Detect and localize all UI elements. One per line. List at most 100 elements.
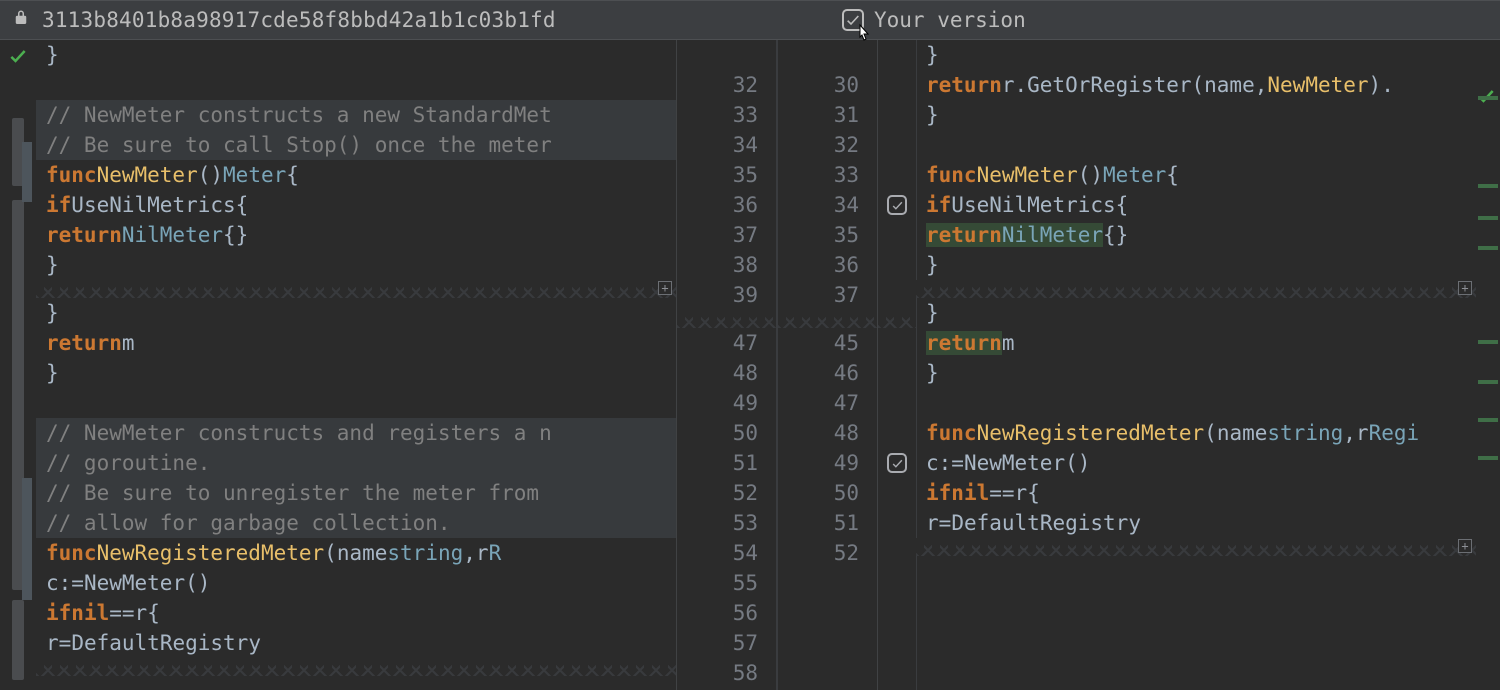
line-number: 52 bbox=[778, 538, 877, 568]
left-code-panel[interactable]: } // NewMeter constructs a new StandardMe… bbox=[36, 40, 676, 690]
diff-indicator bbox=[22, 478, 32, 600]
code-line[interactable]: if nil == r { bbox=[916, 478, 1476, 508]
code-line[interactable]: } bbox=[916, 298, 1476, 328]
diff-header: 3113b8401b8a98917cde58f8bbd42a1b1c03b1fd… bbox=[0, 0, 1500, 40]
line-number: 48 bbox=[677, 358, 776, 388]
code-line[interactable]: return r.GetOrRegister(name, NewMeter). bbox=[916, 70, 1476, 100]
marker-cell bbox=[878, 100, 916, 130]
code-line[interactable]: // allow for garbage collection. bbox=[36, 508, 676, 538]
code-line[interactable]: return m bbox=[916, 328, 1476, 358]
marker-cell bbox=[878, 220, 916, 250]
lock-icon bbox=[12, 8, 30, 32]
apply-chunk-checkbox[interactable] bbox=[887, 195, 907, 215]
code-line[interactable]: return NilMeter{} bbox=[916, 220, 1476, 250]
code-line[interactable]: } bbox=[916, 358, 1476, 388]
code-line[interactable]: if nil == r { bbox=[36, 598, 676, 628]
line-number bbox=[778, 658, 877, 688]
code-line[interactable]: } bbox=[916, 100, 1476, 130]
marker-cell bbox=[878, 538, 916, 568]
diff-segment[interactable] bbox=[1478, 340, 1498, 344]
apply-chunk-checkbox[interactable] bbox=[887, 453, 907, 473]
code-line[interactable]: // goroutine. bbox=[36, 448, 676, 478]
expand-fold-icon[interactable]: + bbox=[658, 281, 672, 295]
line-number: 36 bbox=[677, 190, 776, 220]
expand-fold-icon[interactable]: + bbox=[1458, 281, 1472, 295]
line-number: 39 bbox=[677, 280, 776, 310]
diff-container: } // NewMeter constructs a new StandardMe… bbox=[0, 40, 1500, 690]
marker-cell bbox=[878, 190, 916, 220]
marker-cell bbox=[878, 358, 916, 388]
diff-segment[interactable] bbox=[1478, 216, 1498, 220]
line-number bbox=[778, 568, 877, 598]
line-number: 38 bbox=[677, 250, 776, 280]
code-line[interactable]: r = DefaultRegistry bbox=[36, 628, 676, 658]
code-line[interactable]: } bbox=[916, 250, 1476, 280]
code-line[interactable]: c := NewMeter() bbox=[916, 448, 1476, 478]
diff-segment[interactable] bbox=[1478, 96, 1498, 100]
marker-cell bbox=[878, 448, 916, 478]
checkmark-icon bbox=[8, 46, 28, 71]
code-line[interactable]: } bbox=[36, 40, 676, 70]
diff-segment[interactable] bbox=[1478, 456, 1498, 460]
marker-cell bbox=[878, 418, 916, 448]
diff-segment[interactable] bbox=[1478, 246, 1498, 250]
marker-cell bbox=[878, 70, 916, 100]
line-number: 50 bbox=[677, 418, 776, 448]
line-number: 32 bbox=[778, 130, 877, 160]
line-number: 47 bbox=[677, 328, 776, 358]
line-number bbox=[778, 628, 877, 658]
marker-cell bbox=[878, 328, 916, 358]
diff-segment[interactable] bbox=[1478, 184, 1498, 188]
code-line[interactable]: r = DefaultRegistry bbox=[916, 508, 1476, 538]
code-line[interactable]: } bbox=[36, 358, 676, 388]
expand-fold-icon[interactable]: + bbox=[1458, 539, 1472, 553]
fold-region[interactable]: + bbox=[36, 280, 676, 298]
diff-segment[interactable] bbox=[1478, 380, 1498, 384]
line-number: 47 bbox=[778, 388, 877, 418]
fold-region[interactable] bbox=[36, 658, 676, 676]
diff-marker-column bbox=[878, 40, 916, 690]
code-line[interactable]: func NewRegisteredMeter(name string, r R bbox=[36, 538, 676, 568]
code-line[interactable]: if UseNilMetrics { bbox=[916, 190, 1476, 220]
marker-cell bbox=[878, 568, 916, 598]
code-line[interactable]: return m bbox=[36, 328, 676, 358]
fold-region[interactable] bbox=[778, 310, 877, 328]
line-number: 35 bbox=[677, 160, 776, 190]
line-number bbox=[677, 40, 776, 70]
code-line[interactable] bbox=[36, 388, 676, 418]
code-line[interactable]: // NewMeter constructs and registers a n bbox=[36, 418, 676, 448]
line-number: 37 bbox=[778, 280, 877, 310]
marker-cell bbox=[878, 478, 916, 508]
diff-segment[interactable] bbox=[1478, 418, 1498, 422]
line-number: 45 bbox=[778, 328, 877, 358]
code-line[interactable]: } bbox=[36, 250, 676, 280]
marker-cell bbox=[878, 40, 916, 70]
code-line[interactable]: func NewRegisteredMeter(name string, r R… bbox=[916, 418, 1476, 448]
code-line[interactable]: c := NewMeter() bbox=[36, 568, 676, 598]
marker-cell bbox=[878, 628, 916, 658]
right-code-panel[interactable]: } return r.GetOrRegister(name, NewMeter)… bbox=[916, 40, 1476, 690]
code-line[interactable]: // Be sure to call Stop() once the meter bbox=[36, 130, 676, 160]
code-line[interactable]: func NewMeter() Meter { bbox=[916, 160, 1476, 190]
line-number: 58 bbox=[677, 658, 776, 688]
code-line[interactable]: func NewMeter() Meter { bbox=[36, 160, 676, 190]
code-line[interactable]: // NewMeter constructs a new StandardMet bbox=[36, 100, 676, 130]
overview-block[interactable] bbox=[12, 600, 24, 680]
code-line[interactable] bbox=[916, 388, 1476, 418]
code-line[interactable]: return NilMeter{} bbox=[36, 220, 676, 250]
fold-region[interactable]: + bbox=[916, 538, 1476, 556]
code-line[interactable]: } bbox=[916, 40, 1476, 70]
code-line[interactable] bbox=[36, 70, 676, 100]
line-number: 33 bbox=[677, 100, 776, 130]
code-line[interactable] bbox=[916, 130, 1476, 160]
line-number: 57 bbox=[677, 628, 776, 658]
fold-region[interactable]: + bbox=[916, 280, 1476, 298]
code-line[interactable]: // Be sure to unregister the meter from bbox=[36, 478, 676, 508]
code-line[interactable]: if UseNilMetrics { bbox=[36, 190, 676, 220]
left-overview-strip[interactable] bbox=[0, 40, 36, 690]
fold-region[interactable] bbox=[677, 310, 776, 328]
code-line[interactable]: } bbox=[36, 298, 676, 328]
right-overview-strip[interactable] bbox=[1476, 40, 1500, 690]
line-number: 51 bbox=[677, 448, 776, 478]
marker-cell bbox=[878, 280, 916, 310]
